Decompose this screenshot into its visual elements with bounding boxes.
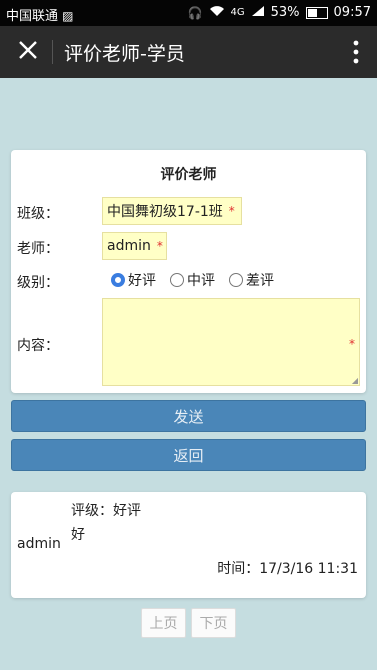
required-mark: * — [156, 239, 163, 253]
page-title: 评价老师-学员 — [64, 43, 185, 65]
class-value: 中国舞初级17-1班 — [107, 204, 223, 220]
battery-icon — [305, 6, 328, 19]
class-label: 班级： — [17, 206, 59, 222]
level-label: 级别： — [17, 275, 59, 291]
image-icon: ▨ — [62, 9, 74, 23]
radio-dot[interactable] — [170, 273, 184, 287]
radio-bad[interactable]: 差评 — [229, 270, 274, 290]
required-mark: * — [228, 204, 235, 218]
content-label: 内容： — [17, 338, 59, 354]
status-bar: 中国联通 ▨ 🎧 4G 53% 09:57 — [0, 0, 377, 26]
radio-neutral[interactable]: 中评 — [170, 270, 215, 290]
radio-bad-label: 差评 — [246, 273, 274, 289]
more-vert-icon[interactable] — [353, 40, 359, 64]
review-time: 时间：17/3/16 11:31 — [217, 561, 358, 577]
close-icon[interactable] — [16, 38, 40, 62]
review-item: admin 评级：好评 好 时间：17/3/16 11:31 — [11, 492, 366, 598]
radio-dot[interactable] — [229, 273, 243, 287]
radio-neutral-label: 中评 — [187, 273, 215, 289]
teacher-field[interactable]: admin * — [102, 232, 167, 260]
review-author: admin — [17, 536, 61, 552]
appbar-divider — [52, 40, 53, 64]
prev-page-button[interactable]: 上页 — [141, 608, 186, 638]
content-textarea[interactable]: * ◢ — [102, 298, 360, 386]
required-mark: * — [349, 337, 355, 351]
carrier-label: 中国联通 — [6, 9, 59, 24]
class-field[interactable]: 中国舞初级17-1班 * — [102, 197, 242, 225]
review-content: 好 — [71, 527, 85, 543]
radio-dot-checked[interactable] — [111, 273, 125, 287]
headphones-icon: 🎧 — [187, 5, 203, 20]
review-level: 评级：好评 — [71, 503, 141, 519]
resize-handle-icon[interactable]: ◢ — [352, 376, 358, 385]
battery-percent: 53% — [270, 5, 300, 20]
network-label: 4G — [230, 7, 245, 18]
back-button[interactable]: 返回 — [11, 439, 366, 471]
evaluation-form: 评价老师 班级： 中国舞初级17-1班 * 老师： admin * 级别： 好评… — [11, 150, 366, 393]
app-bar: 评价老师-学员 — [0, 26, 377, 78]
radio-good-label: 好评 — [128, 273, 156, 289]
send-button[interactable]: 发送 — [11, 400, 366, 432]
teacher-label: 老师： — [17, 241, 59, 257]
clock: 09:57 — [333, 5, 371, 20]
form-title: 评价老师 — [160, 167, 217, 183]
teacher-value: admin — [107, 238, 151, 254]
signal-icon — [251, 5, 265, 20]
radio-good[interactable]: 好评 — [111, 270, 156, 290]
level-radio-group: 好评 中评 差评 — [111, 270, 274, 290]
wifi-icon — [209, 5, 225, 20]
next-page-button[interactable]: 下页 — [191, 608, 236, 638]
